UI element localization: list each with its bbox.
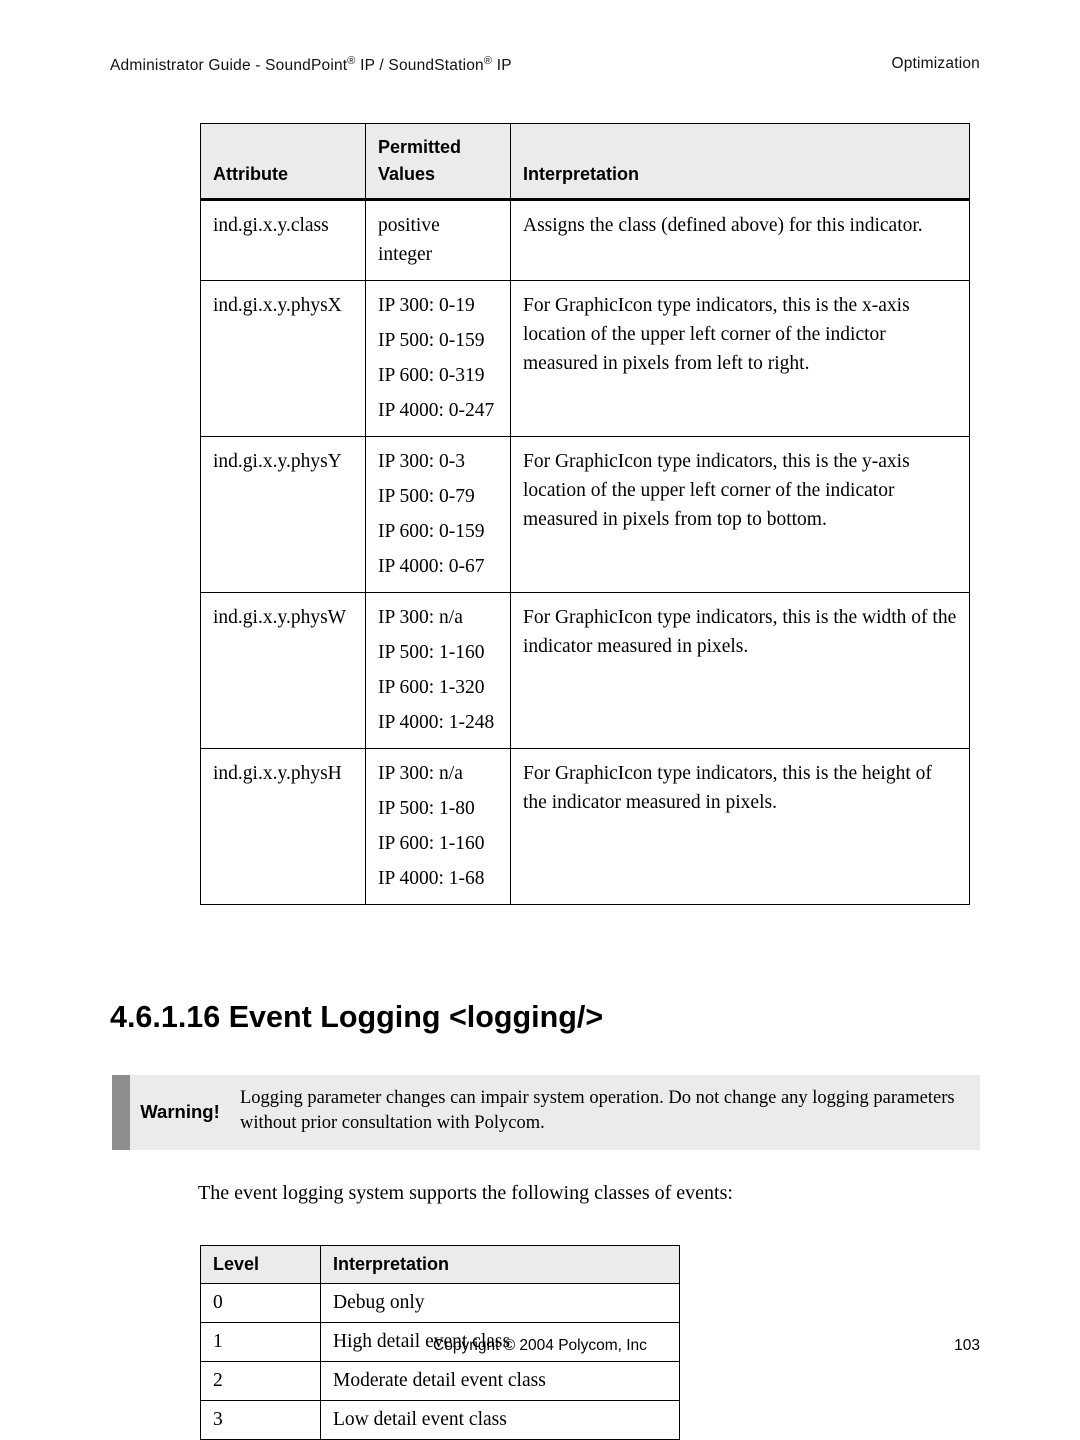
header-right: Optimization (891, 55, 980, 75)
page-footer: Copyright © 2004 Polycom, Inc 103 (0, 1337, 1080, 1355)
cell-permitted: positive integer (366, 200, 511, 281)
intro-paragraph: The event logging system supports the fo… (198, 1182, 980, 1205)
permitted-value: IP 600: 0-159 (378, 517, 498, 546)
cell-level: 0 (201, 1283, 321, 1322)
table-row: 3 Low detail event class (201, 1400, 680, 1439)
cell-interpretation: For GraphicIcon type indicators, this is… (511, 748, 970, 904)
cell-attribute: ind.gi.x.y.class (201, 200, 366, 281)
footer-page-number: 103 (954, 1337, 980, 1355)
permitted-value: positive integer (378, 211, 498, 270)
cell-permitted: IP 300: n/a IP 500: 1-160 IP 600: 1-320 … (366, 592, 511, 748)
cell-interpretation: Low detail event class (321, 1400, 680, 1439)
registered-icon: ® (484, 55, 492, 67)
cell-interpretation: For GraphicIcon type indicators, this is… (511, 436, 970, 592)
cell-level: 2 (201, 1361, 321, 1400)
cell-permitted: IP 300: 0-3 IP 500: 0-79 IP 600: 0-159 I… (366, 436, 511, 592)
cell-interpretation: Moderate detail event class (321, 1361, 680, 1400)
permitted-value: IP 300: n/a (378, 759, 498, 788)
warning-text: Logging parameter changes can impair sys… (230, 1075, 980, 1150)
cell-interpretation: Assigns the class (defined above) for th… (511, 200, 970, 281)
cell-attribute: ind.gi.x.y.physX (201, 280, 366, 436)
warning-box: Warning! Logging parameter changes can i… (112, 1075, 980, 1150)
table-header-row: Level Interpretation (201, 1245, 680, 1283)
warning-accent-bar (112, 1075, 130, 1150)
permitted-value: IP 4000: 1-68 (378, 864, 498, 893)
permitted-value: IP 4000: 1-248 (378, 708, 498, 737)
cell-interpretation: Debug only (321, 1283, 680, 1322)
th-interpretation: Interpretation (511, 124, 970, 200)
header-left-b: IP / SoundStation (356, 57, 484, 74)
table-header-row: Attribute Permitted Values Interpretatio… (201, 124, 970, 200)
page: Administrator Guide - SoundPoint® IP / S… (0, 0, 1080, 1397)
permitted-value: IP 600: 1-160 (378, 829, 498, 858)
cell-interpretation: For GraphicIcon type indicators, this is… (511, 592, 970, 748)
footer-copyright: Copyright © 2004 Polycom, Inc (433, 1337, 647, 1355)
cell-level: 3 (201, 1400, 321, 1439)
permitted-value: IP 4000: 0-67 (378, 552, 498, 581)
th-attribute: Attribute (201, 124, 366, 200)
permitted-value: IP 500: 0-159 (378, 326, 498, 355)
header-left-c: IP (492, 57, 512, 74)
cell-permitted: IP 300: n/a IP 500: 1-80 IP 600: 1-160 I… (366, 748, 511, 904)
cell-attribute: ind.gi.x.y.physH (201, 748, 366, 904)
permitted-value: IP 600: 1-320 (378, 673, 498, 702)
table-row: ind.gi.x.y.physY IP 300: 0-3 IP 500: 0-7… (201, 436, 970, 592)
th-permitted: Permitted Values (366, 124, 511, 200)
attribute-table-wrap: Attribute Permitted Values Interpretatio… (200, 123, 980, 905)
permitted-value: IP 500: 0-79 (378, 482, 498, 511)
section-heading: 4.6.1.16 Event Logging <logging/> (110, 1000, 980, 1035)
permitted-value: IP 300: 0-19 (378, 291, 498, 320)
cell-interpretation: For GraphicIcon type indicators, this is… (511, 280, 970, 436)
th-level: Level (201, 1245, 321, 1283)
permitted-value: IP 600: 0-319 (378, 361, 498, 390)
header-left-a: Administrator Guide - SoundPoint (110, 57, 347, 74)
permitted-value: IP 500: 1-160 (378, 638, 498, 667)
table-row: ind.gi.x.y.physX IP 300: 0-19 IP 500: 0-… (201, 280, 970, 436)
warning-label: Warning! (130, 1075, 230, 1150)
table-row: ind.gi.x.y.physW IP 300: n/a IP 500: 1-1… (201, 592, 970, 748)
table-row: 0 Debug only (201, 1283, 680, 1322)
th-interpretation: Interpretation (321, 1245, 680, 1283)
page-header: Administrator Guide - SoundPoint® IP / S… (110, 55, 980, 75)
cell-attribute: ind.gi.x.y.physY (201, 436, 366, 592)
permitted-value: IP 500: 1-80 (378, 794, 498, 823)
cell-attribute: ind.gi.x.y.physW (201, 592, 366, 748)
header-left: Administrator Guide - SoundPoint® IP / S… (110, 55, 512, 75)
registered-icon: ® (347, 55, 355, 67)
permitted-value: IP 300: n/a (378, 603, 498, 632)
permitted-value: IP 300: 0-3 (378, 447, 498, 476)
permitted-value: IP 4000: 0-247 (378, 396, 498, 425)
table-row: ind.gi.x.y.class positive integer Assign… (201, 200, 970, 281)
cell-permitted: IP 300: 0-19 IP 500: 0-159 IP 600: 0-319… (366, 280, 511, 436)
table-row: ind.gi.x.y.physH IP 300: n/a IP 500: 1-8… (201, 748, 970, 904)
table-row: 2 Moderate detail event class (201, 1361, 680, 1400)
attribute-table: Attribute Permitted Values Interpretatio… (200, 123, 970, 905)
